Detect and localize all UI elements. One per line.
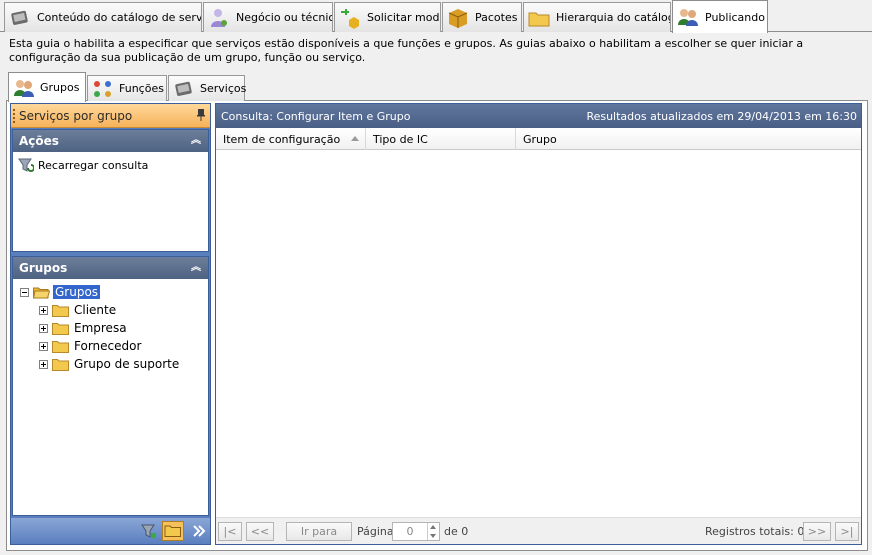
- tab-label: Hierarquia do catálogo: [556, 11, 671, 24]
- catalog-book-icon: [11, 10, 28, 25]
- services-book-icon: [175, 81, 192, 96]
- open-folder-icon: [33, 287, 50, 298]
- business-user-icon: [211, 8, 227, 27]
- tab-label: Solicitar modo: [367, 11, 441, 24]
- tree-node-label: Grupo de suporte: [74, 357, 180, 371]
- pane-title-text: Serviços por grupo: [19, 108, 133, 123]
- collapse-node-icon[interactable]: [20, 287, 29, 297]
- publish-subtab-bar: Grupos Funções Serviços: [6, 72, 868, 102]
- overflow-chevron-icon[interactable]: [189, 522, 209, 540]
- intro-text: Esta guia o habilita a especificar que s…: [9, 37, 804, 64]
- filter-icon[interactable]: [139, 522, 159, 540]
- pin-icon[interactable]: [197, 109, 205, 121]
- expand-node-icon[interactable]: [39, 341, 48, 351]
- tab-roles[interactable]: Funções: [87, 75, 167, 101]
- column-label: Tipo de IC: [373, 132, 428, 146]
- drag-grip[interactable]: [13, 109, 16, 123]
- tree-node-label: Cliente: [74, 303, 117, 317]
- page-number-input[interactable]: 0: [392, 522, 440, 541]
- page-number-value: 0: [406, 525, 414, 538]
- query-title: Consulta: Configurar Item e Grupo: [221, 109, 411, 123]
- last-page-button[interactable]: >|: [835, 522, 859, 541]
- results-pane: Consulta: Configurar Item e Grupo Result…: [215, 103, 862, 545]
- tree-node[interactable]: Grupo de suporte: [13, 355, 208, 373]
- request-add-icon: [341, 8, 359, 29]
- users-icon: [14, 79, 34, 97]
- column-header-group[interactable]: Grupo: [516, 128, 861, 150]
- tree-node-label: Grupos: [53, 285, 101, 299]
- page-count-label: de 0: [444, 525, 469, 538]
- total-records-label: Registros totais: 0: [705, 525, 805, 538]
- panel-header-text: Ações: [19, 134, 59, 148]
- folder-view-button[interactable]: [162, 521, 184, 541]
- tab-catalog-content[interactable]: Conteúdo do catálogo de serviço: [4, 2, 202, 32]
- roles-icon: [94, 80, 111, 97]
- tab-packages[interactable]: Pacotes: [442, 2, 522, 32]
- tab-publishing[interactable]: Publicando: [672, 0, 768, 33]
- reload-query-icon: [18, 158, 34, 172]
- results-grid-body[interactable]: [216, 151, 861, 517]
- pager-bar: |< << Ir para Página 0 de 0 Registros to…: [216, 517, 861, 544]
- tab-label: Funções: [119, 82, 164, 95]
- column-header-row: Item de configuração Tipo de IC Grupo: [216, 128, 861, 150]
- next-page-button[interactable]: >>: [803, 522, 831, 541]
- tab-groups[interactable]: Grupos: [8, 72, 86, 102]
- tab-label: Negócio ou técnico: [236, 11, 333, 24]
- tab-services[interactable]: Serviços: [168, 75, 247, 101]
- actions-panel: Ações ︽ Recarregar consulta: [12, 129, 209, 252]
- pane-title: Serviços por grupo: [11, 104, 210, 128]
- results-header: Consulta: Configurar Item e Grupo Result…: [216, 104, 861, 128]
- expand-node-icon[interactable]: [39, 359, 48, 369]
- column-header-ci-type[interactable]: Tipo de IC: [366, 128, 516, 150]
- tab-label: Publicando: [705, 10, 765, 24]
- folder-icon: [52, 358, 69, 371]
- tab-catalog-hierarchy[interactable]: Hierarquia do catálogo: [523, 2, 671, 32]
- tab-label: Serviços: [200, 82, 247, 95]
- main-tab-bar: Conteúdo do catálogo de serviço Negócio …: [0, 0, 872, 33]
- tree-node-label: Empresa: [74, 321, 127, 335]
- panel-header-text: Grupos: [19, 261, 68, 275]
- go-to-page-button[interactable]: Ir para: [286, 522, 352, 541]
- sort-ascending-icon: [351, 136, 359, 141]
- expand-node-icon[interactable]: [39, 305, 48, 315]
- previous-page-button[interactable]: <<: [246, 522, 274, 541]
- collapse-up-icon[interactable]: ︽: [190, 262, 202, 274]
- folder-icon: [52, 322, 69, 335]
- folder-icon: [52, 304, 69, 317]
- action-label: Recarregar consulta: [38, 158, 149, 172]
- tab-business-technical[interactable]: Negócio ou técnico: [203, 2, 333, 32]
- page-spinner[interactable]: [427, 523, 439, 540]
- column-header-ci[interactable]: Item de configuração: [216, 128, 366, 150]
- column-label: Grupo: [523, 132, 557, 146]
- tab-request-mode[interactable]: Solicitar modo: [334, 2, 441, 32]
- page-label: Página: [357, 525, 394, 538]
- tree-node-label: Fornecedor: [74, 339, 142, 353]
- expand-node-icon[interactable]: [39, 323, 48, 333]
- groups-panel: Grupos ︽ Grupos Cliente Empresa Forneced…: [12, 256, 209, 516]
- groups-panel-header[interactable]: Grupos ︽: [13, 257, 208, 279]
- collapse-up-icon[interactable]: ︽: [190, 135, 202, 147]
- tree-node[interactable]: Empresa: [13, 319, 208, 337]
- tab-label: Grupos: [40, 81, 80, 94]
- pane-footer: [11, 518, 210, 544]
- tab-label: Conteúdo do catálogo de serviço: [37, 11, 202, 24]
- package-icon: [448, 8, 468, 28]
- first-page-button[interactable]: |<: [218, 522, 242, 541]
- reload-query-action[interactable]: Recarregar consulta: [13, 152, 208, 173]
- actions-panel-header[interactable]: Ações ︽: [13, 130, 208, 152]
- results-updated-text: Resultados atualizados em 29/04/2013 em …: [586, 109, 857, 123]
- folder-icon: [528, 12, 550, 26]
- tree-node[interactable]: Fornecedor: [13, 337, 208, 355]
- tab-label: Pacotes: [475, 11, 518, 24]
- folder-icon: [164, 525, 181, 537]
- groups-tree: Grupos Cliente Empresa Fornecedor Grupo …: [13, 279, 208, 373]
- navigation-pane: Serviços por grupo Ações ︽ Recarregar co…: [10, 103, 211, 545]
- tree-node-root[interactable]: Grupos: [13, 283, 208, 301]
- tree-node[interactable]: Cliente: [13, 301, 208, 319]
- users-icon: [678, 9, 698, 26]
- folder-icon: [52, 340, 69, 353]
- column-label: Item de configuração: [223, 132, 341, 146]
